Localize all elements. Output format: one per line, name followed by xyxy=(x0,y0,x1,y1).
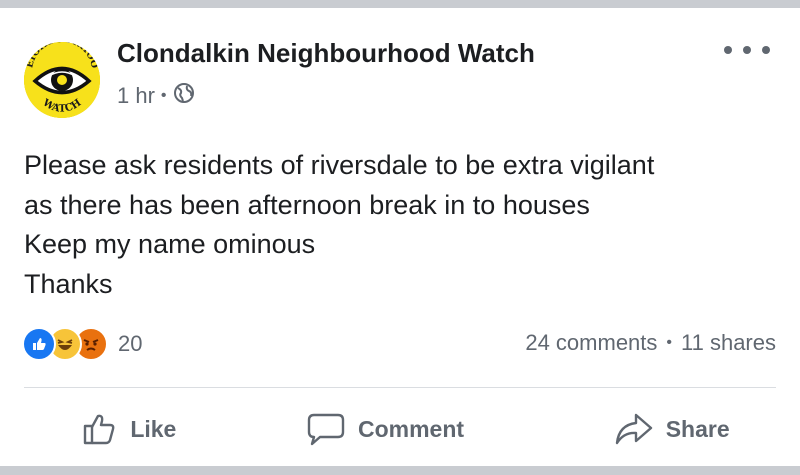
page-avatar[interactable]: NEIGHBOURHOOD WATCH xyxy=(24,42,100,118)
comment-button[interactable]: Comment xyxy=(257,398,514,460)
post-text-line: Please ask residents of riversdale to be… xyxy=(24,150,655,180)
post-actions-bar: Like Comment Share xyxy=(0,398,800,460)
post-stats: 24 comments • 11 shares xyxy=(525,330,776,356)
meta-separator: • xyxy=(160,87,167,104)
reaction-count: 20 xyxy=(118,331,143,356)
more-options-button[interactable] xyxy=(724,40,770,60)
page-name[interactable]: Clondalkin Neighbourhood Watch xyxy=(117,38,535,69)
like-label: Like xyxy=(130,415,177,442)
share-button[interactable]: Share xyxy=(513,398,800,460)
dot-icon xyxy=(762,46,770,54)
post-text-line: as there has been afternoon break in to … xyxy=(24,189,590,220)
comments-count[interactable]: 24 comments xyxy=(525,330,657,356)
post-card: NEIGHBOURHOOD WATCH Clondalkin Neighbour… xyxy=(0,8,800,466)
like-button[interactable]: Like xyxy=(0,398,257,460)
reactions-summary[interactable]: 20 xyxy=(22,326,142,362)
like-icon xyxy=(22,327,56,361)
divider xyxy=(24,387,776,388)
shares-count[interactable]: 11 shares xyxy=(681,330,776,356)
comment-label: Comment xyxy=(357,415,465,442)
thumbs-up-icon xyxy=(84,414,115,445)
globe-icon[interactable] xyxy=(173,82,195,110)
post-text: Please ask residents of riversdale to be… xyxy=(24,146,776,304)
neighbourhood-watch-logo: NEIGHBOURHOOD WATCH xyxy=(24,42,100,118)
dot-icon xyxy=(743,46,751,54)
post-meta: 1 hr • xyxy=(117,82,195,110)
post-text-line: Keep my name ominous xyxy=(24,229,316,259)
comment-icon xyxy=(307,413,345,446)
stats-separator: • xyxy=(666,334,673,351)
dot-icon xyxy=(724,46,732,54)
post-time[interactable]: 1 hr xyxy=(117,83,155,109)
post-text-line: Thanks xyxy=(24,268,113,299)
share-label: Share xyxy=(665,415,730,442)
share-arrow-icon xyxy=(615,413,652,445)
